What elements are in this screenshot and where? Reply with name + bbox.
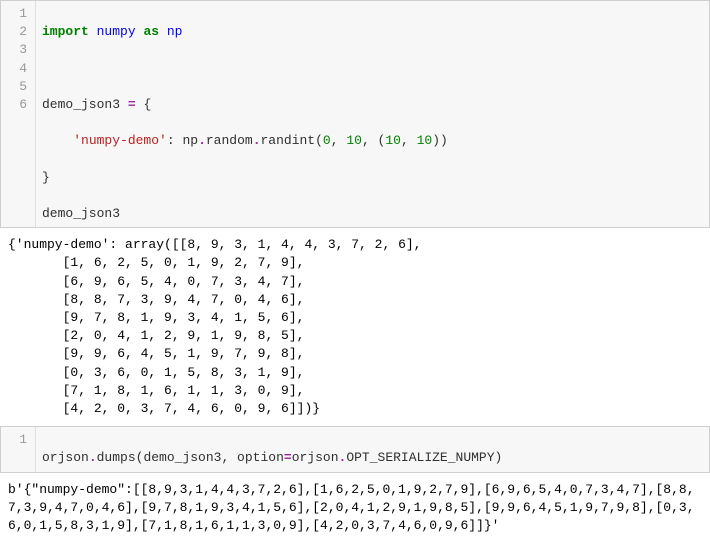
- line-number: 4: [1, 60, 35, 78]
- comma-paren: , (: [362, 133, 385, 148]
- colon-np: : np: [167, 133, 198, 148]
- op-dot: .: [89, 450, 97, 465]
- indent: [42, 133, 73, 148]
- gutter: 1: [1, 427, 36, 471]
- arg-0: 0: [323, 133, 331, 148]
- paren-close: )): [432, 133, 448, 148]
- line-number: 6: [1, 96, 35, 114]
- line-number: 1: [1, 431, 35, 449]
- alias-np: np: [167, 24, 183, 39]
- module-orjson: orjson: [292, 450, 339, 465]
- line-number: 5: [1, 78, 35, 96]
- var-demo-json3: demo_json3: [42, 206, 120, 221]
- code-area[interactable]: orjson.dumps(demo_json3, option=orjson.O…: [36, 427, 709, 471]
- line-number: 2: [1, 23, 35, 41]
- comma: ,: [401, 133, 417, 148]
- code-area[interactable]: import numpy as np demo_json3 = { 'numpy…: [36, 1, 709, 227]
- brace-close: }: [42, 170, 50, 185]
- arg-10: 10: [385, 133, 401, 148]
- keyword-import: import: [42, 24, 89, 39]
- dict-key: 'numpy-demo': [73, 133, 167, 148]
- paren-close: ): [495, 450, 503, 465]
- output-cell-2: b'{"numpy-demo":[[8,9,3,1,4,4,3,7,2,6],[…: [0, 473, 710, 543]
- output-cell-1: {'numpy-demo': array([[8, 9, 3, 1, 4, 4,…: [0, 228, 710, 426]
- func-randint: randint: [261, 133, 316, 148]
- comma: ,: [331, 133, 347, 148]
- paren-open: (: [315, 133, 323, 148]
- attr-random: random: [206, 133, 253, 148]
- arg-10: 10: [346, 133, 362, 148]
- code-cell-1[interactable]: 1 2 3 4 5 6 import numpy as np demo_json…: [0, 0, 710, 228]
- brace-open: {: [136, 97, 152, 112]
- args-open: (demo_json3, option: [136, 450, 284, 465]
- arg-10: 10: [417, 133, 433, 148]
- op-equals: =: [284, 450, 292, 465]
- func-dumps: dumps: [97, 450, 136, 465]
- var-demo-json3: demo_json3: [42, 97, 128, 112]
- op-equals: =: [128, 97, 136, 112]
- line-number: 3: [1, 41, 35, 59]
- module-numpy: numpy: [97, 24, 136, 39]
- keyword-as: as: [143, 24, 159, 39]
- op-dot: .: [198, 133, 206, 148]
- line-number: 1: [1, 5, 35, 23]
- gutter: 1 2 3 4 5 6: [1, 1, 36, 227]
- op-dot: .: [253, 133, 261, 148]
- code-cell-2[interactable]: 1 orjson.dumps(demo_json3, option=orjson…: [0, 426, 710, 472]
- const-opt-serialize-numpy: OPT_SERIALIZE_NUMPY: [346, 450, 494, 465]
- module-orjson: orjson: [42, 450, 89, 465]
